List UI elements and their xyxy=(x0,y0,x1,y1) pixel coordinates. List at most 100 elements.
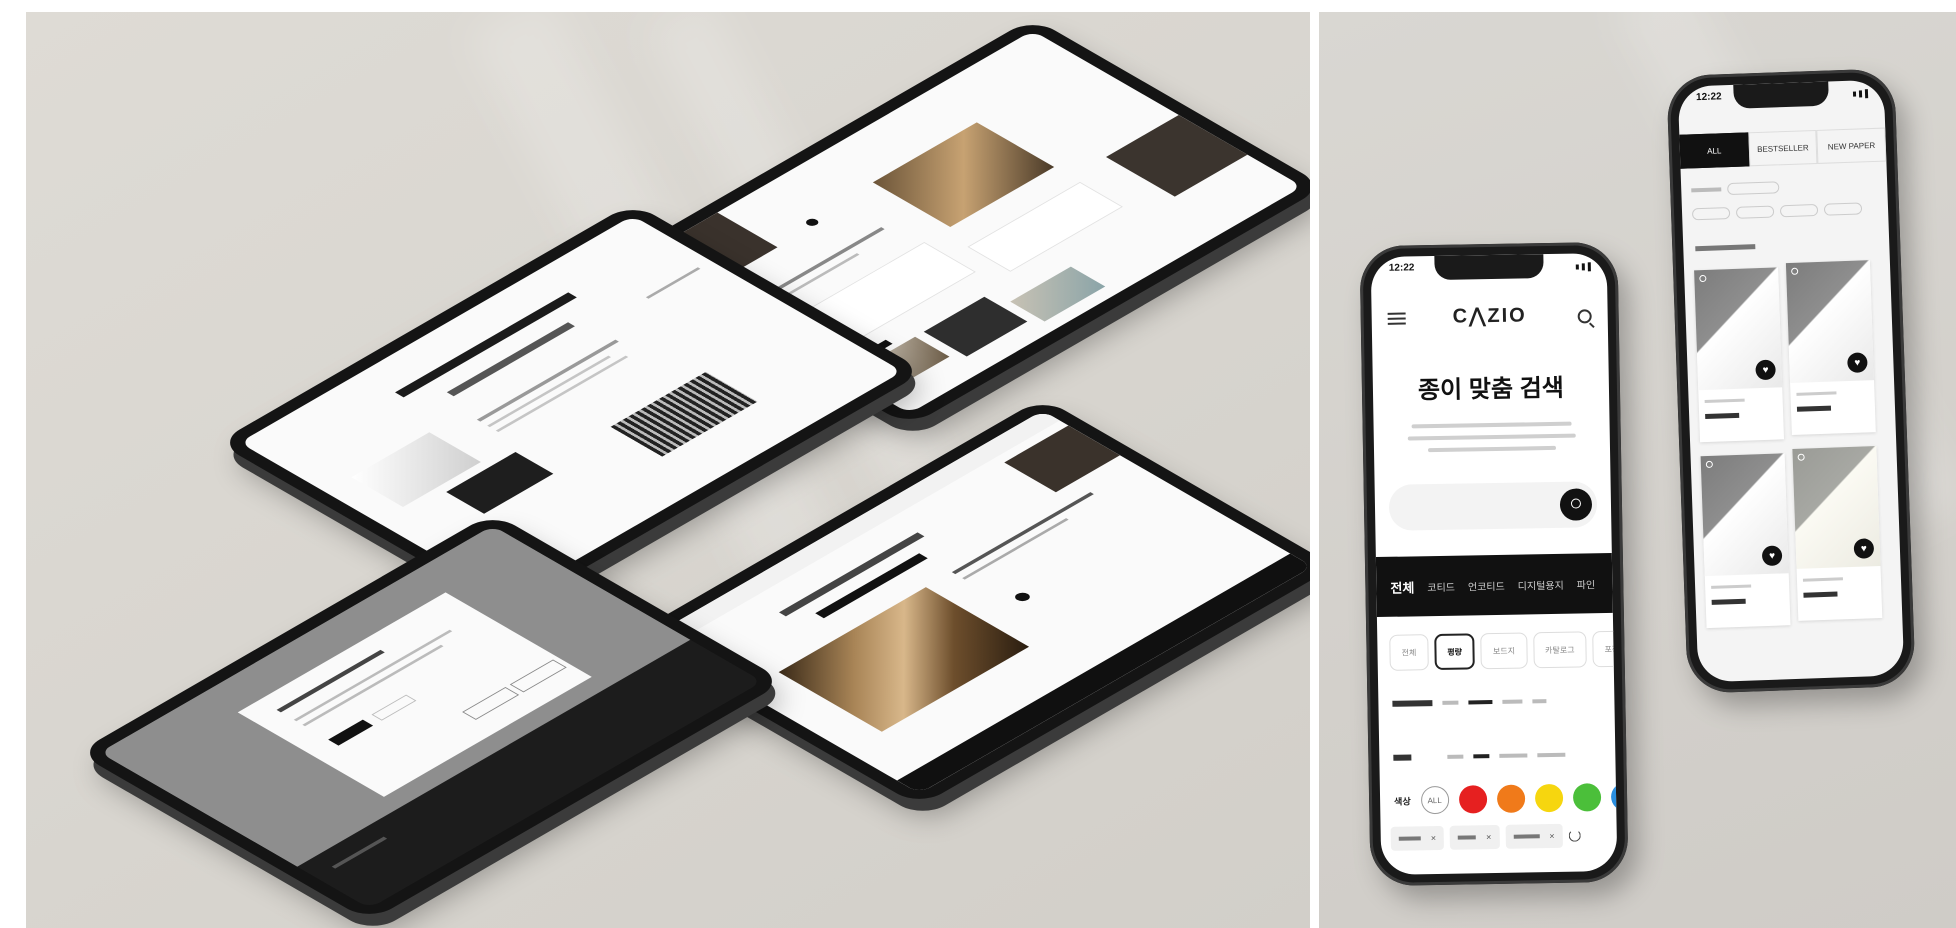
filter-option[interactable] xyxy=(1442,700,1459,705)
heart-icon[interactable]: ♥ xyxy=(1755,359,1776,381)
color-swatch-yellow[interactable] xyxy=(1534,783,1563,813)
chip[interactable]: 포장용 xyxy=(1592,630,1618,668)
right-mockup-panel: 12:22 ALL BESTSELLER NEW PAPER ♥ ♥ ♥ ♥ 1… xyxy=(1319,12,1956,928)
status-time: 12:22 xyxy=(1695,91,1722,104)
striped-image xyxy=(610,371,758,457)
filter-row xyxy=(1392,697,1614,707)
color-all[interactable]: ALL xyxy=(1420,785,1449,815)
status-icons xyxy=(1575,259,1591,273)
sort-row xyxy=(1691,181,1780,196)
product-tabs: ALL BESTSELLER NEW PAPER xyxy=(1679,127,1887,169)
filter-option[interactable] xyxy=(1532,699,1547,704)
left-mockup-panel xyxy=(26,12,1310,928)
filter-option[interactable] xyxy=(1499,753,1528,758)
tablet-device xyxy=(76,512,786,922)
description-line xyxy=(1407,433,1576,441)
filter-option-selected[interactable] xyxy=(1473,754,1490,759)
product-name xyxy=(1705,412,1740,420)
brand-logo[interactable]: C⋀ZIO xyxy=(1371,301,1607,330)
status-icons xyxy=(1852,86,1869,101)
selected-tag[interactable]: × xyxy=(1505,823,1563,849)
selected-tags: × × × xyxy=(1390,823,1581,851)
tab-all[interactable]: ALL xyxy=(1679,132,1750,169)
dot-marker xyxy=(803,217,821,228)
tab-coated[interactable]: 코티드 xyxy=(1427,578,1455,593)
product-card[interactable]: ♥ xyxy=(1700,453,1791,629)
product-card[interactable]: ♥ xyxy=(1785,260,1876,436)
product-name xyxy=(1711,598,1746,605)
description-line xyxy=(1411,421,1572,429)
product-image: ♥ xyxy=(1700,453,1789,577)
chip[interactable]: 보드지 xyxy=(1480,632,1528,670)
selected-tag[interactable]: × xyxy=(1449,824,1500,850)
product-image: ♥ xyxy=(1694,267,1783,391)
color-swatch-red[interactable] xyxy=(1458,785,1487,814)
corner-photo xyxy=(1106,114,1248,197)
text-line xyxy=(951,492,1094,575)
category-tabs: 전체 코티드 언코티드 디지털용지 파인 xyxy=(1375,552,1613,618)
chip[interactable]: 카탈로그 xyxy=(1532,631,1587,669)
search-icon[interactable] xyxy=(1577,309,1592,324)
filter-option[interactable] xyxy=(1447,754,1464,759)
close-icon[interactable]: × xyxy=(1431,833,1436,843)
heart-icon[interactable]: ♥ xyxy=(1761,545,1783,567)
hashtag-pill[interactable] xyxy=(1823,202,1863,216)
badge xyxy=(1797,453,1805,461)
badge xyxy=(1699,274,1707,283)
product-image: ♥ xyxy=(1792,446,1881,569)
nav-line xyxy=(645,267,701,299)
tab-uncoated[interactable]: 언코티드 xyxy=(1468,577,1505,593)
close-icon[interactable]: × xyxy=(1549,831,1554,841)
hashtag-pill[interactable] xyxy=(1691,207,1731,221)
product-card[interactable]: ♥ xyxy=(1792,446,1883,621)
description-line xyxy=(1427,445,1557,453)
tab-new-paper[interactable]: NEW PAPER xyxy=(1816,127,1887,164)
shelf-photo xyxy=(778,587,1030,732)
badge xyxy=(1705,460,1713,469)
status-time: 12:22 xyxy=(1388,262,1415,274)
product-name xyxy=(1803,591,1838,598)
close-icon[interactable]: × xyxy=(1486,832,1491,842)
hashtag-row xyxy=(1691,202,1863,221)
text-line xyxy=(476,339,619,422)
filter-option-selected[interactable] xyxy=(1468,700,1493,705)
chip[interactable]: 전체 xyxy=(1389,634,1429,671)
phone-screen: 12:22 ALL BESTSELLER NEW PAPER ♥ ♥ ♥ ♥ xyxy=(1677,79,1905,683)
product-subtitle xyxy=(1711,584,1752,589)
heart-icon[interactable]: ♥ xyxy=(1853,538,1875,559)
selected-tag[interactable]: × xyxy=(1390,825,1445,851)
thumb-photo xyxy=(1010,266,1106,322)
product-name xyxy=(1796,405,1832,412)
filter-option[interactable] xyxy=(1537,752,1566,758)
sort-pill[interactable] xyxy=(1727,181,1780,196)
chip-selected[interactable]: 평량 xyxy=(1433,633,1476,671)
filter-row xyxy=(1393,751,1615,761)
phone-notch xyxy=(1733,81,1829,109)
color-swatch-green[interactable] xyxy=(1572,783,1601,812)
sort-label xyxy=(1691,187,1722,193)
tab-all[interactable]: 전체 xyxy=(1390,577,1414,596)
result-count xyxy=(1695,244,1756,252)
product-image: ♥ xyxy=(1785,260,1875,384)
refresh-icon[interactable] xyxy=(1568,829,1581,842)
product-subtitle xyxy=(1704,398,1745,404)
product-card[interactable]: ♥ xyxy=(1694,267,1785,443)
hashtag-pill[interactable] xyxy=(1735,205,1775,219)
search-submit-icon[interactable] xyxy=(1559,488,1593,521)
search-field[interactable] xyxy=(1388,481,1598,531)
heart-icon[interactable]: ♥ xyxy=(1847,352,1868,374)
hashtag-pill[interactable] xyxy=(1779,203,1819,218)
color-swatch-blue[interactable] xyxy=(1610,782,1618,811)
tab-fine[interactable]: 파인 xyxy=(1577,576,1596,591)
tab-digital[interactable]: 디지털용지 xyxy=(1518,576,1564,592)
color-swatch-orange[interactable] xyxy=(1496,784,1525,813)
color-filter-row: 색상 ALL xyxy=(1394,782,1618,815)
filter-label xyxy=(1392,700,1433,707)
text-line xyxy=(487,355,611,428)
tab-bestseller[interactable]: BESTSELLER xyxy=(1747,129,1818,167)
filter-option[interactable] xyxy=(1502,699,1523,704)
material-chips: 전체 평량 보드지 카탈로그 포장용 xyxy=(1389,630,1618,671)
product-subtitle xyxy=(1796,391,1837,396)
phone-secondary: 12:22 ALL BESTSELLER NEW PAPER ♥ ♥ ♥ ♥ xyxy=(1666,68,1916,694)
filter-label xyxy=(1393,754,1412,761)
